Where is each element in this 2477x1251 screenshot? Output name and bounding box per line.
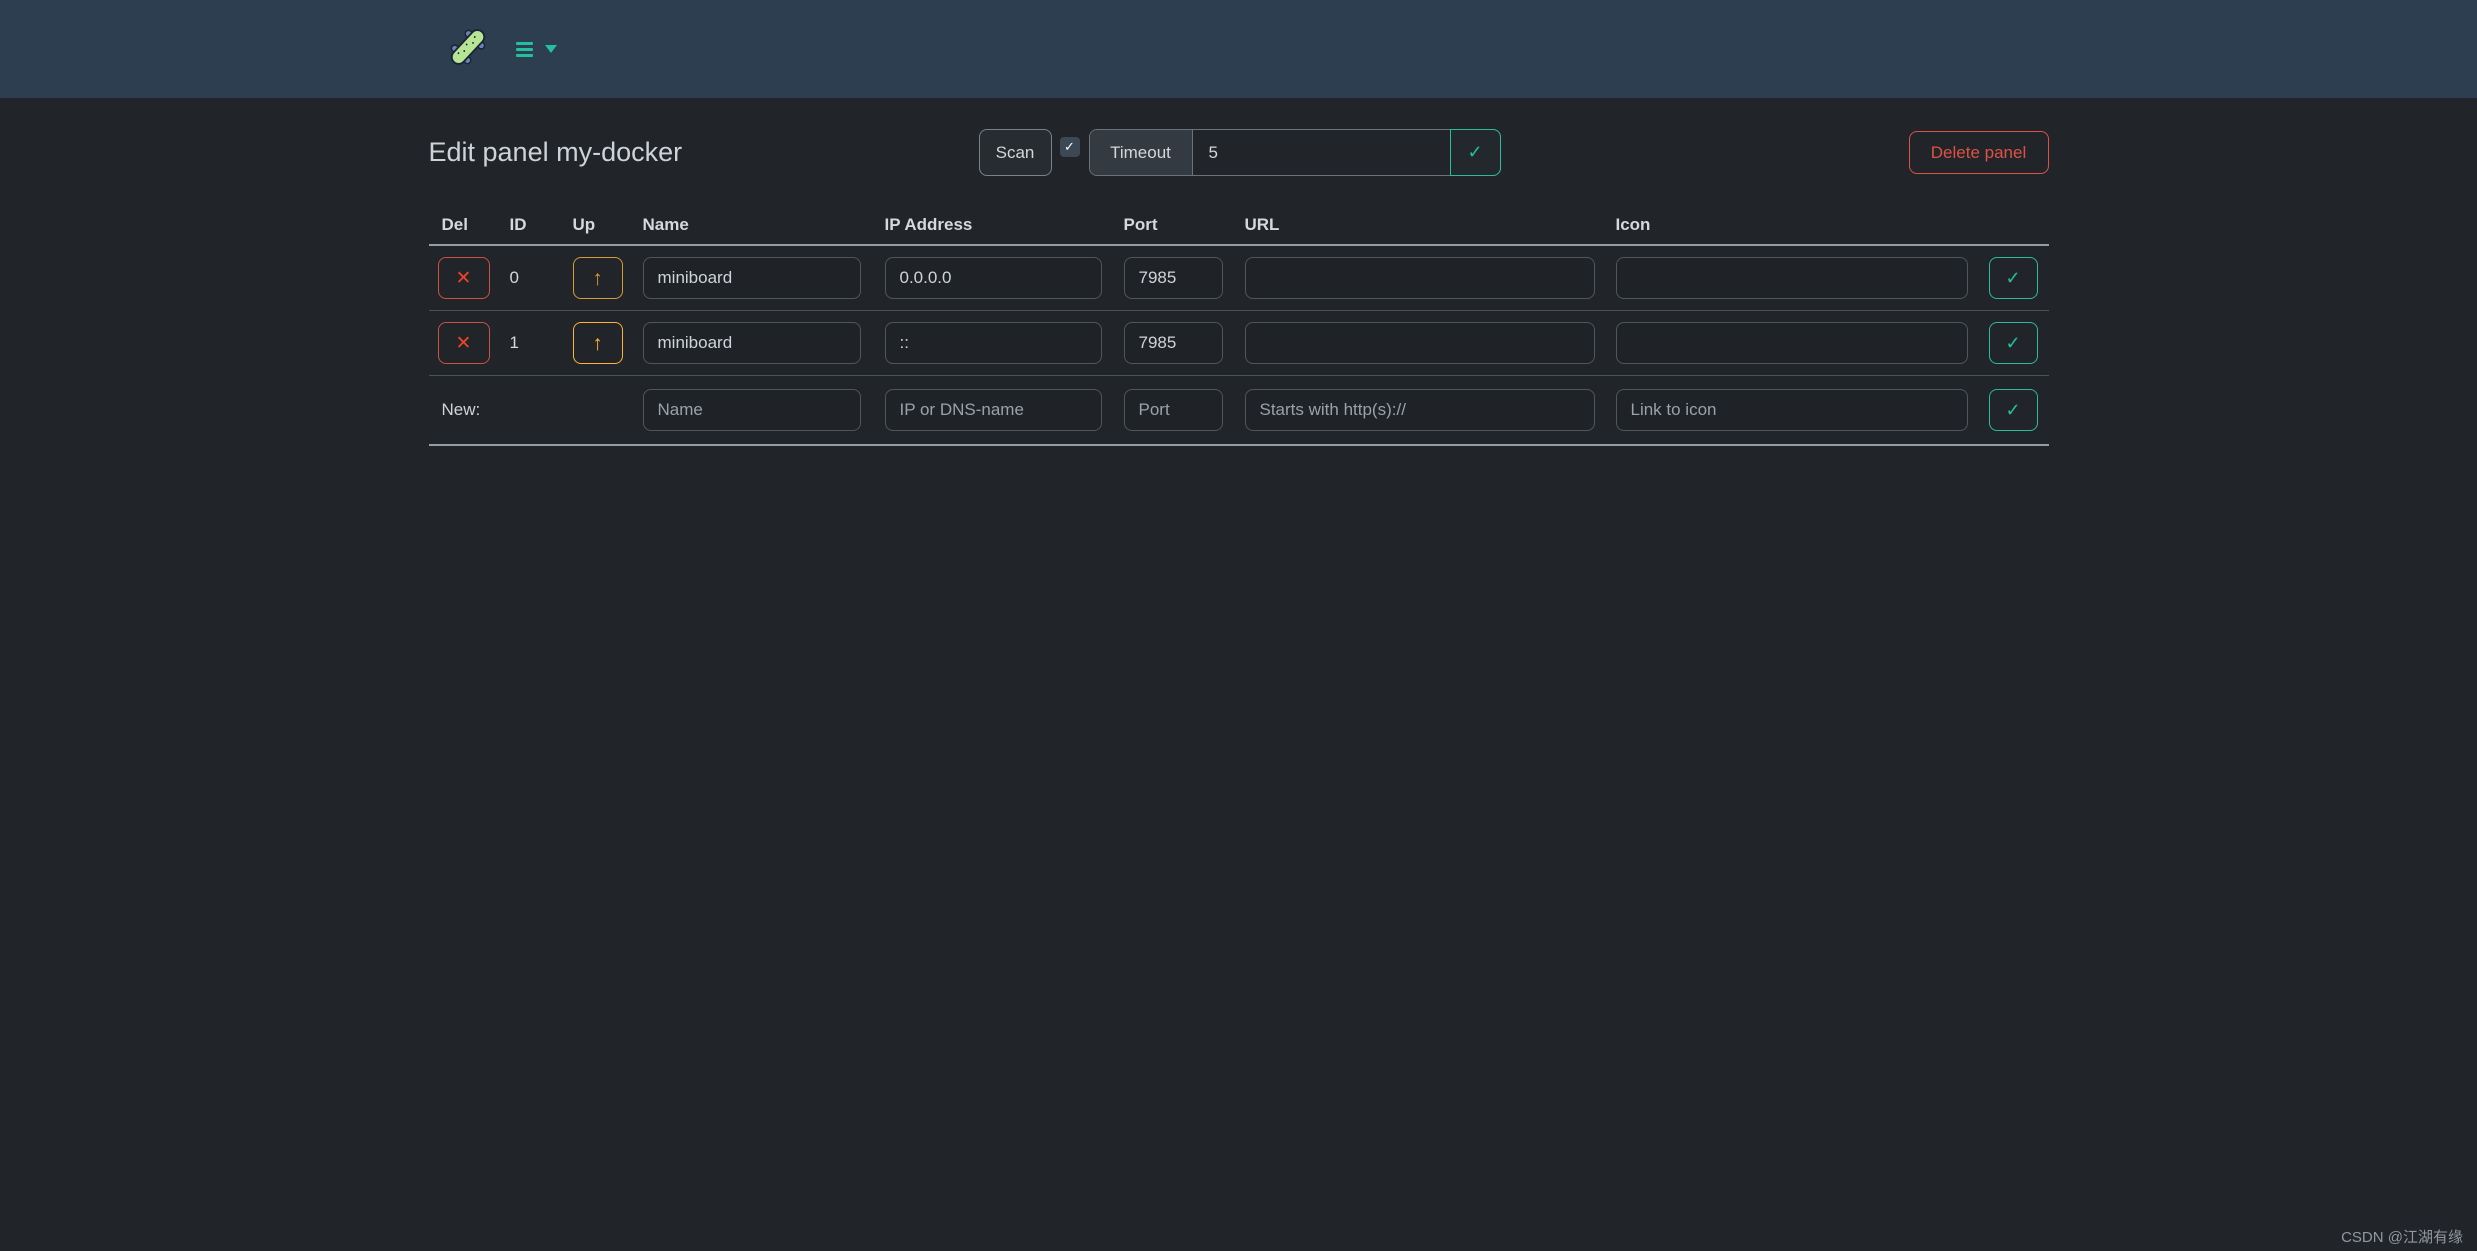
table-row: ✕ 0 ↑ ✓ — [429, 246, 2049, 311]
header-ip: IP Address — [885, 215, 1124, 235]
delete-panel-button[interactable]: Delete panel — [1909, 131, 2049, 174]
skateboard-icon — [446, 25, 490, 74]
new-port-input[interactable] — [1124, 389, 1223, 431]
toolbar: Edit panel my-docker Scan ✓ Timeout ✓ De… — [429, 129, 2049, 176]
move-up-button[interactable]: ↑ — [573, 322, 623, 364]
new-url-input[interactable] — [1245, 389, 1595, 431]
timeout-group: Timeout ✓ — [1089, 129, 1501, 176]
confirm-row-button[interactable]: ✓ — [1989, 257, 2038, 299]
hamburger-icon — [516, 42, 533, 57]
app-logo[interactable] — [446, 25, 490, 74]
table-header: Del ID Up Name IP Address Port URL Icon — [429, 215, 2049, 246]
url-input[interactable] — [1245, 322, 1595, 364]
page-title: Edit panel my-docker — [429, 129, 979, 176]
watermark: CSDN @江湖有缘 — [2341, 1226, 2463, 1247]
confirm-row-button[interactable]: ✓ — [1989, 322, 2038, 364]
navbar-menu-toggle[interactable] — [516, 42, 557, 57]
new-row-label: New: — [429, 400, 643, 420]
timeout-confirm-button[interactable]: ✓ — [1450, 129, 1501, 176]
icon-input[interactable] — [1616, 322, 1968, 364]
ip-input[interactable] — [885, 322, 1102, 364]
url-input[interactable] — [1245, 257, 1595, 299]
scan-checkbox[interactable]: ✓ — [1060, 137, 1080, 157]
header-name: Name — [643, 215, 885, 235]
new-name-input[interactable] — [643, 389, 861, 431]
port-input[interactable] — [1124, 322, 1223, 364]
name-input[interactable] — [643, 322, 861, 364]
row-id: 0 — [510, 268, 573, 288]
header-url: URL — [1245, 215, 1616, 235]
new-entry-row: New: ✓ — [429, 376, 2049, 446]
icon-input[interactable] — [1616, 257, 1968, 299]
header-del: Del — [429, 215, 510, 235]
scan-button[interactable]: Scan — [979, 129, 1052, 176]
name-input[interactable] — [643, 257, 861, 299]
port-input[interactable] — [1124, 257, 1223, 299]
navbar — [0, 0, 2477, 98]
row-id: 1 — [510, 333, 573, 353]
confirm-new-row-button[interactable]: ✓ — [1989, 389, 2038, 431]
delete-row-button[interactable]: ✕ — [438, 257, 490, 299]
timeout-label: Timeout — [1090, 130, 1193, 175]
new-icon-input[interactable] — [1616, 389, 1968, 431]
chevron-down-icon — [545, 45, 557, 53]
header-icon: Icon — [1616, 215, 1989, 235]
header-up: Up — [573, 215, 643, 235]
table-row: ✕ 1 ↑ ✓ — [429, 311, 2049, 376]
move-up-button[interactable]: ↑ — [573, 257, 623, 299]
ip-input[interactable] — [885, 257, 1102, 299]
header-id: ID — [510, 215, 573, 235]
delete-row-button[interactable]: ✕ — [438, 322, 490, 364]
new-ip-input[interactable] — [885, 389, 1102, 431]
main-content: Edit panel my-docker Scan ✓ Timeout ✓ De… — [429, 129, 2049, 446]
timeout-input[interactable] — [1193, 130, 1451, 175]
header-port: Port — [1124, 215, 1245, 235]
